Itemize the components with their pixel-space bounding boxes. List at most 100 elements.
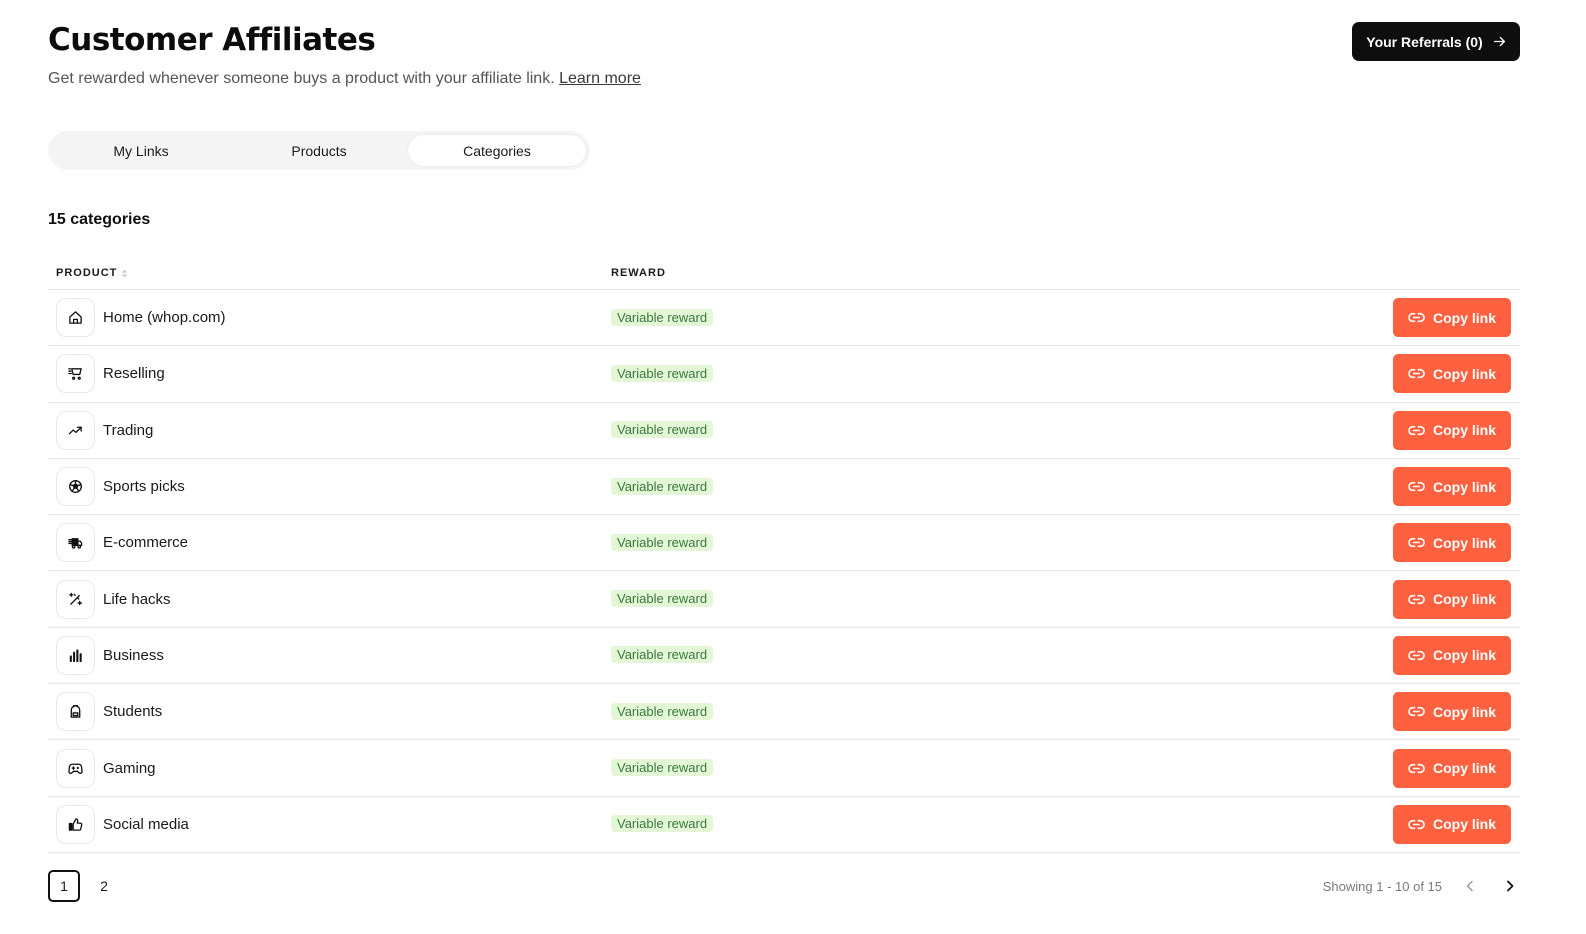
reward-cell: Variable reward: [611, 364, 1393, 383]
table-row: Gaming Variable reward Copy link: [48, 740, 1520, 797]
showing-count: Showing 1 - 10 of 15: [1322, 878, 1442, 894]
thumbs-up-icon: [68, 818, 83, 831]
tab-categories[interactable]: Categories: [408, 135, 586, 166]
reward-badge: Variable reward: [611, 759, 714, 777]
reward-cell: Variable reward: [611, 421, 1393, 439]
product-cell: Reselling: [48, 354, 611, 394]
tab-bar: My Links Products Categories: [48, 131, 590, 170]
reward-cell: Variable reward: [611, 590, 1393, 608]
table-row: E-commerce Variable reward Copy link: [48, 515, 1520, 572]
category-icon-box: [56, 579, 95, 619]
backpack-icon: [70, 705, 81, 718]
category-name: Business: [103, 646, 164, 664]
page-header: Customer Affiliates Get rewarded wheneve…: [48, 0, 1538, 120]
link-icon: [1408, 313, 1425, 323]
reward-cell: Variable reward: [611, 759, 1393, 777]
copy-link-label: Copy link: [1432, 422, 1496, 439]
page-2-button[interactable]: 2: [88, 870, 120, 902]
category-name: Life hacks: [103, 590, 171, 608]
reward-badge: Variable reward: [611, 364, 714, 382]
action-cell: Copy link: [1393, 748, 1520, 788]
category-name: E-commerce: [103, 534, 189, 552]
category-icon-box: [56, 354, 95, 394]
pagination-summary: Showing 1 - 10 of 15: [1323, 872, 1520, 900]
copy-link-button[interactable]: Copy link: [1393, 748, 1511, 788]
reward-cell: Variable reward: [611, 308, 1393, 327]
copy-link-label: Copy link: [1432, 478, 1496, 495]
categories-table: PRODUCT REWARD Home (whop.com) Variable r…: [48, 257, 1520, 853]
product-cell: Trading: [48, 410, 611, 450]
copy-link-label: Copy link: [1432, 591, 1496, 608]
reward-badge: Variable reward: [611, 477, 714, 495]
copy-link-button[interactable]: Copy link: [1393, 298, 1511, 338]
category-icon-box: [56, 298, 95, 338]
table-row: Reselling Variable reward Copy link: [48, 346, 1520, 403]
categories-count: 15 categories: [48, 211, 151, 228]
home-icon: [69, 311, 82, 324]
product-cell: Sports picks: [48, 467, 611, 507]
page-title: Customer Affiliates: [48, 22, 376, 58]
bar-chart-icon: [69, 649, 82, 663]
copy-link-button[interactable]: Copy link: [1393, 410, 1511, 450]
copy-link-label: Copy link: [1432, 365, 1496, 382]
pagination: 1 2: [48, 870, 120, 902]
reward-cell: Variable reward: [611, 477, 1393, 496]
previous-page-button[interactable]: [1460, 872, 1480, 900]
copy-link-label: Copy link: [1432, 816, 1496, 833]
category-name: Social media: [103, 815, 189, 833]
product-cell: Students: [48, 692, 611, 732]
category-name: Gaming: [103, 759, 156, 777]
reward-cell: Variable reward: [611, 702, 1393, 721]
product-column-header[interactable]: PRODUCT: [48, 267, 611, 279]
copy-link-button[interactable]: Copy link: [1393, 354, 1511, 394]
product-cell: Home (whop.com): [48, 298, 611, 338]
product-cell: Life hacks: [48, 579, 611, 619]
link-icon: [1408, 481, 1425, 492]
action-cell: Copy link: [1393, 579, 1520, 619]
copy-link-button[interactable]: Copy link: [1393, 523, 1511, 563]
copy-link-button[interactable]: Copy link: [1393, 804, 1511, 844]
link-icon: [1408, 369, 1425, 379]
action-cell: Copy link: [1393, 467, 1520, 507]
reward-cell: Variable reward: [611, 815, 1393, 833]
reward-badge: Variable reward: [611, 815, 714, 833]
table-row: Life hacks Variable reward Copy link: [48, 571, 1520, 628]
reward-badge: Variable reward: [611, 590, 714, 608]
delivery-truck-icon: [68, 538, 83, 549]
tab-products[interactable]: Products: [230, 135, 408, 166]
product-header-label: PRODUCT: [56, 267, 118, 279]
product-cell: Social media: [48, 804, 611, 844]
table-row: Social media Variable reward Copy link: [48, 797, 1520, 853]
reward-cell: Variable reward: [611, 646, 1393, 664]
table-row: Trading Variable reward Copy link: [48, 403, 1520, 459]
action-cell: Copy link: [1393, 804, 1520, 844]
page-1-button[interactable]: 1: [48, 870, 80, 902]
tab-my-links[interactable]: My Links: [52, 135, 230, 166]
copy-link-button[interactable]: Copy link: [1393, 635, 1511, 675]
action-cell: Copy link: [1393, 298, 1520, 338]
learn-more-link[interactable]: Learn more: [559, 70, 641, 87]
table-row: Business Variable reward Copy link: [48, 628, 1520, 685]
link-icon: [1408, 650, 1425, 661]
link-icon: [1408, 594, 1425, 604]
link-icon: [1408, 707, 1425, 717]
category-icon-box: [56, 748, 95, 788]
reward-badge: Variable reward: [611, 702, 714, 720]
affiliates-page: Customer Affiliates Get rewarded wheneve…: [0, 0, 1586, 934]
copy-link-button[interactable]: Copy link: [1393, 467, 1511, 507]
copy-link-button[interactable]: Copy link: [1393, 692, 1511, 732]
copy-link-label: Copy link: [1432, 309, 1496, 326]
category-name: Students: [103, 703, 163, 721]
action-cell: Copy link: [1393, 410, 1520, 450]
table-row: Students Variable reward Copy link: [48, 684, 1520, 741]
category-name: Reselling: [103, 365, 165, 383]
copy-link-button[interactable]: Copy link: [1393, 579, 1511, 619]
category-icon-box: [56, 410, 95, 450]
action-cell: Copy link: [1393, 523, 1520, 563]
your-referrals-button[interactable]: Your Referrals (0): [1352, 22, 1520, 61]
next-page-button[interactable]: [1500, 872, 1520, 900]
reward-column-header: REWARD: [611, 267, 666, 279]
table-body: Home (whop.com) Variable reward Copy link R…: [48, 290, 1520, 853]
category-icon-box: [56, 692, 95, 732]
shopping-cart-icon: [68, 368, 82, 381]
